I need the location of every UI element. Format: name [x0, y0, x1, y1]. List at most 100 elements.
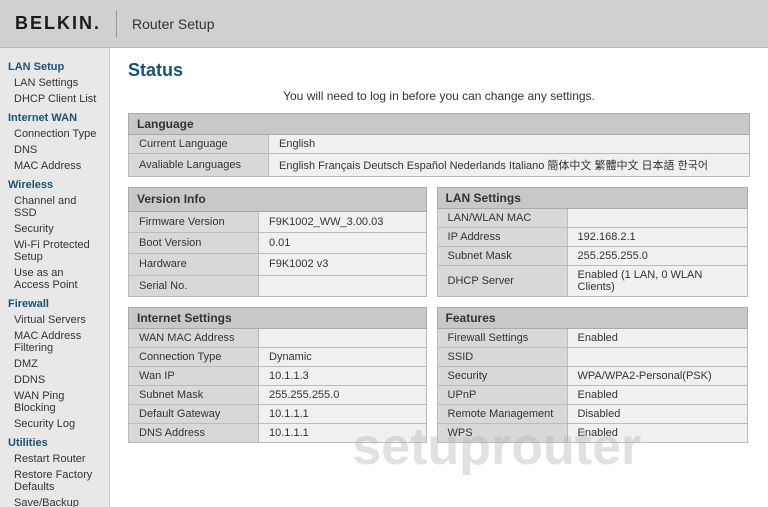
sidebar-item-dns[interactable]: DNS	[0, 142, 109, 158]
header-divider	[116, 10, 117, 38]
lan-settings-header: LAN Settings	[437, 188, 747, 209]
firmware-value: F9K1002_WW_3.00.03	[259, 211, 427, 232]
wps-value: Enabled	[567, 424, 747, 443]
table-row: Current Language English	[129, 135, 750, 154]
table-row: Security WPA/WPA2-Personal(PSK)	[437, 367, 747, 386]
sidebar-item-connection-type[interactable]: Connection Type	[0, 126, 109, 142]
login-notice: You will need to log in before you can c…	[128, 89, 750, 103]
sidebar-item-virtual-servers[interactable]: Virtual Servers	[0, 312, 109, 328]
sidebar-section-utilities: Utilities	[0, 432, 109, 451]
wan-ip-value: 10.1.1.3	[259, 367, 427, 386]
main-content: Status You will need to log in before yo…	[110, 48, 768, 507]
table-row: Subnet Mask 255.255.255.0	[129, 386, 427, 405]
sidebar: LAN Setup LAN Settings DHCP Client List …	[0, 48, 110, 507]
version-info-header: Version Info	[129, 188, 427, 212]
sidebar-item-security[interactable]: Security	[0, 221, 109, 237]
version-info-table: Version Info Firmware Version F9K1002_WW…	[128, 187, 427, 297]
features-header: Features	[437, 308, 747, 329]
hardware-value: F9K1002 v3	[259, 254, 427, 275]
firmware-label: Firmware Version	[129, 211, 259, 232]
sidebar-section-internet-wan: Internet WAN	[0, 107, 109, 126]
firewall-settings-value: Enabled	[567, 329, 747, 348]
table-row: UPnP Enabled	[437, 386, 747, 405]
sidebar-item-mac-filtering[interactable]: MAC Address Filtering	[0, 328, 109, 356]
sidebar-item-wan-ping[interactable]: WAN Ping Blocking	[0, 388, 109, 416]
table-row: Firmware Version F9K1002_WW_3.00.03	[129, 211, 427, 232]
language-table: Language Current Language English Avalia…	[128, 113, 750, 177]
dns-address-value: 10.1.1.1	[259, 424, 427, 443]
table-row: DNS Address 10.1.1.1	[129, 424, 427, 443]
table-row: IP Address 192.168.2.1	[437, 228, 747, 247]
top-tables: Version Info Firmware Version F9K1002_WW…	[128, 187, 750, 297]
table-row: Connection Type Dynamic	[129, 348, 427, 367]
sidebar-item-lan-settings[interactable]: LAN Settings	[0, 75, 109, 91]
sidebar-item-channel-ssd[interactable]: Channel and SSD	[0, 193, 109, 221]
sidebar-item-security-log[interactable]: Security Log	[0, 416, 109, 432]
features-table: Features Firewall Settings Enabled SSID …	[437, 307, 748, 443]
table-row: WAN MAC Address	[129, 329, 427, 348]
table-row: Wan IP 10.1.1.3	[129, 367, 427, 386]
lan-wlan-mac-value	[567, 209, 747, 228]
sidebar-item-wifi-protected-setup[interactable]: Wi-Fi Protected Setup	[0, 237, 109, 265]
upnp-label: UPnP	[437, 386, 567, 405]
table-row: SSID	[437, 348, 747, 367]
ssid-value	[567, 348, 747, 367]
internet-settings-header: Internet Settings	[129, 308, 427, 329]
table-row: Default Gateway 10.1.1.1	[129, 405, 427, 424]
features-security-value: WPA/WPA2-Personal(PSK)	[567, 367, 747, 386]
page-title: Status	[128, 60, 750, 81]
boot-value: 0.01	[259, 232, 427, 253]
sidebar-section-firewall: Firewall	[0, 293, 109, 312]
wan-ip-label: Wan IP	[129, 367, 259, 386]
dhcp-server-value: Enabled (1 LAN, 0 WLAN Clients)	[567, 266, 747, 297]
sidebar-item-mac-address[interactable]: MAC Address	[0, 158, 109, 174]
table-row: Serial No.	[129, 275, 427, 296]
ssid-label: SSID	[437, 348, 567, 367]
subnet-mask-lan-value: 255.255.255.0	[567, 247, 747, 266]
table-row: DHCP Server Enabled (1 LAN, 0 WLAN Clien…	[437, 266, 747, 297]
sidebar-item-dhcp-client-list[interactable]: DHCP Client List	[0, 91, 109, 107]
table-row: Avaliable Languages English Français Deu…	[129, 154, 750, 177]
header: BELKIN. Router Setup	[0, 0, 768, 48]
dns-address-label: DNS Address	[129, 424, 259, 443]
table-row: Firewall Settings Enabled	[437, 329, 747, 348]
logo: BELKIN.	[15, 13, 101, 34]
wps-label: WPS	[437, 424, 567, 443]
language-header: Language	[129, 114, 750, 135]
lang-available-label: Avaliable Languages	[129, 154, 269, 177]
boot-label: Boot Version	[129, 232, 259, 253]
upnp-value: Enabled	[567, 386, 747, 405]
lang-available-value: English Français Deutsch Español Nederla…	[269, 154, 750, 177]
hardware-label: Hardware	[129, 254, 259, 275]
lang-current-label: Current Language	[129, 135, 269, 154]
features-security-label: Security	[437, 367, 567, 386]
table-row: Boot Version 0.01	[129, 232, 427, 253]
lan-settings-table: LAN Settings LAN/WLAN MAC IP Address 192…	[437, 187, 748, 297]
table-row: Hardware F9K1002 v3	[129, 254, 427, 275]
table-row: WPS Enabled	[437, 424, 747, 443]
firewall-settings-label: Firewall Settings	[437, 329, 567, 348]
ip-address-label: IP Address	[437, 228, 567, 247]
sidebar-item-ddns[interactable]: DDNS	[0, 372, 109, 388]
subnet-mask-wan-label: Subnet Mask	[129, 386, 259, 405]
sidebar-item-restore-factory[interactable]: Restore Factory Defaults	[0, 467, 109, 495]
serial-value	[259, 275, 427, 296]
table-row: Remote Management Disabled	[437, 405, 747, 424]
conn-type-value: Dynamic	[259, 348, 427, 367]
lan-wlan-mac-label: LAN/WLAN MAC	[437, 209, 567, 228]
sidebar-item-dmz[interactable]: DMZ	[0, 356, 109, 372]
serial-label: Serial No.	[129, 275, 259, 296]
sidebar-section-lan-setup: LAN Setup	[0, 56, 109, 75]
table-row: Subnet Mask 255.255.255.0	[437, 247, 747, 266]
subnet-mask-lan-label: Subnet Mask	[437, 247, 567, 266]
sidebar-item-restart-router[interactable]: Restart Router	[0, 451, 109, 467]
default-gateway-label: Default Gateway	[129, 405, 259, 424]
bottom-tables: Internet Settings WAN MAC Address Connec…	[128, 307, 750, 443]
table-row: LAN/WLAN MAC	[437, 209, 747, 228]
remote-mgmt-label: Remote Management	[437, 405, 567, 424]
sidebar-item-save-backup[interactable]: Save/Backup Settings	[0, 495, 109, 507]
sidebar-item-access-point[interactable]: Use as an Access Point	[0, 265, 109, 293]
default-gateway-value: 10.1.1.1	[259, 405, 427, 424]
dhcp-server-label: DHCP Server	[437, 266, 567, 297]
ip-address-value: 192.168.2.1	[567, 228, 747, 247]
